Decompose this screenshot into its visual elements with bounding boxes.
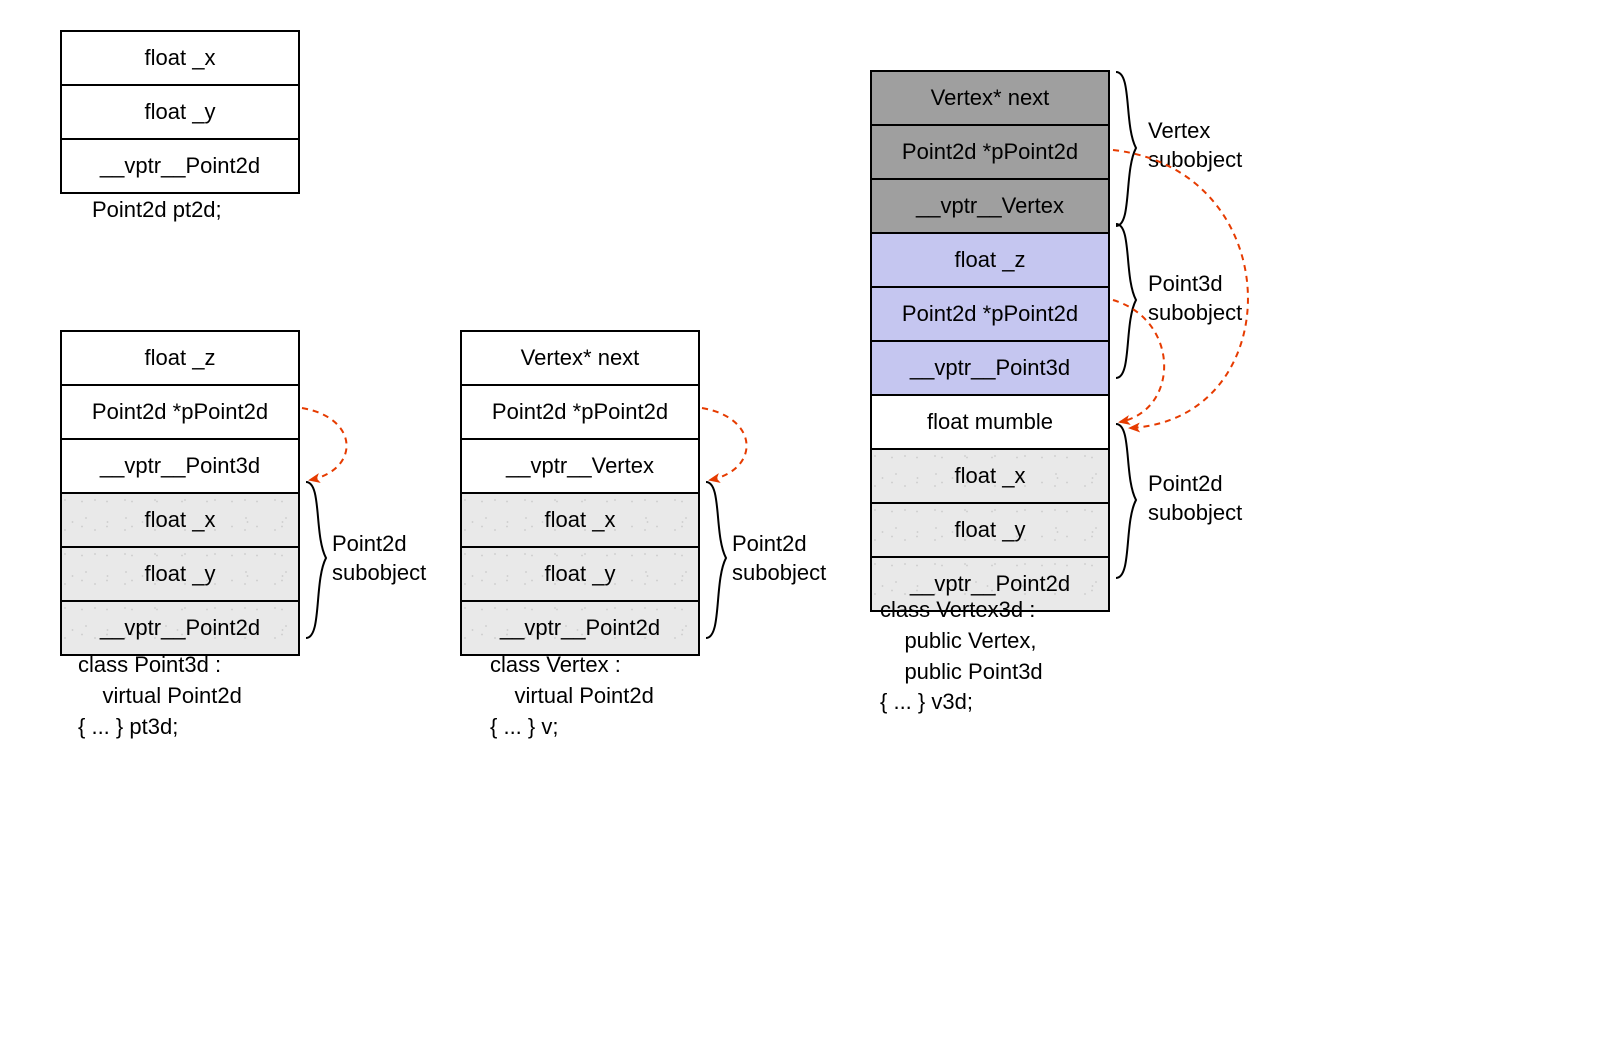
object-pt3d: float _z Point2d *pPoint2d __vptr__Point…: [60, 330, 300, 656]
cell-pt3d-pp2d: Point2d *pPoint2d: [60, 384, 300, 440]
cell-v-vptr: __vptr__Vertex: [460, 438, 700, 494]
cell-pt2d-y: float _y: [60, 84, 300, 140]
cell-v3d-vnext: Vertex* next: [870, 70, 1110, 126]
cell-v3d-pp2d-b: Point2d *pPoint2d: [870, 286, 1110, 342]
brace-v3d-p3d: [1112, 222, 1140, 380]
cell-v-y: float _y: [460, 546, 700, 602]
brace-pt3d-p2d: [302, 480, 330, 640]
cell-pt3d-vptr2d: __vptr__Point2d: [60, 600, 300, 656]
cell-pt2d-vptr: __vptr__Point2d: [60, 138, 300, 194]
caption-vertex: class Vertex : virtual Point2d { ... } v…: [490, 650, 654, 742]
label-pt3d-p2d: Point2d subobject: [332, 530, 426, 587]
object-v3d: Vertex* next Point2d *pPoint2d __vptr__V…: [870, 70, 1110, 612]
arrow-pt3d: [302, 408, 347, 480]
cell-v3d-vptr3d: __vptr__Point3d: [870, 340, 1110, 396]
object-pt2d: float _x float _y __vptr__Point2d: [60, 30, 300, 194]
brace-vertex-p2d: [702, 480, 730, 640]
cell-v-next: Vertex* next: [460, 330, 700, 386]
caption-pt2d: Point2d pt2d;: [92, 195, 222, 226]
object-vertex: Vertex* next Point2d *pPoint2d __vptr__V…: [460, 330, 700, 656]
brace-v3d-vertex: [1112, 70, 1140, 228]
cell-pt3d-z: float _z: [60, 330, 300, 386]
cell-v3d-vptrv: __vptr__Vertex: [870, 178, 1110, 234]
cell-v3d-x: float _x: [870, 448, 1110, 504]
brace-v3d-p2d: [1112, 422, 1140, 580]
cell-pt3d-x: float _x: [60, 492, 300, 548]
cell-v-vptr2d: __vptr__Point2d: [460, 600, 700, 656]
label-v3d-p3d: Point3d subobject: [1148, 270, 1242, 327]
arrow-vertex: [702, 408, 747, 480]
label-vertex-p2d: Point2d subobject: [732, 530, 826, 587]
cell-v3d-pp2d-a: Point2d *pPoint2d: [870, 124, 1110, 180]
cell-pt3d-vptr: __vptr__Point3d: [60, 438, 300, 494]
cell-v3d-y: float _y: [870, 502, 1110, 558]
cell-v3d-z: float _z: [870, 232, 1110, 288]
cell-v-pp2d: Point2d *pPoint2d: [460, 384, 700, 440]
diagram-stage: float _x float _y __vptr__Point2d Point2…: [20, 20, 1600, 1040]
caption-pt3d: class Point3d : virtual Point2d { ... } …: [78, 650, 242, 742]
cell-pt2d-x: float _x: [60, 30, 300, 86]
label-v3d-vertex: Vertex subobject: [1148, 117, 1242, 174]
caption-v3d: class Vertex3d : public Vertex, public P…: [880, 595, 1043, 718]
cell-v3d-mumble: float mumble: [870, 394, 1110, 450]
cell-pt3d-y: float _y: [60, 546, 300, 602]
cell-v-x: float _x: [460, 492, 700, 548]
label-v3d-p2d: Point2d subobject: [1148, 470, 1242, 527]
